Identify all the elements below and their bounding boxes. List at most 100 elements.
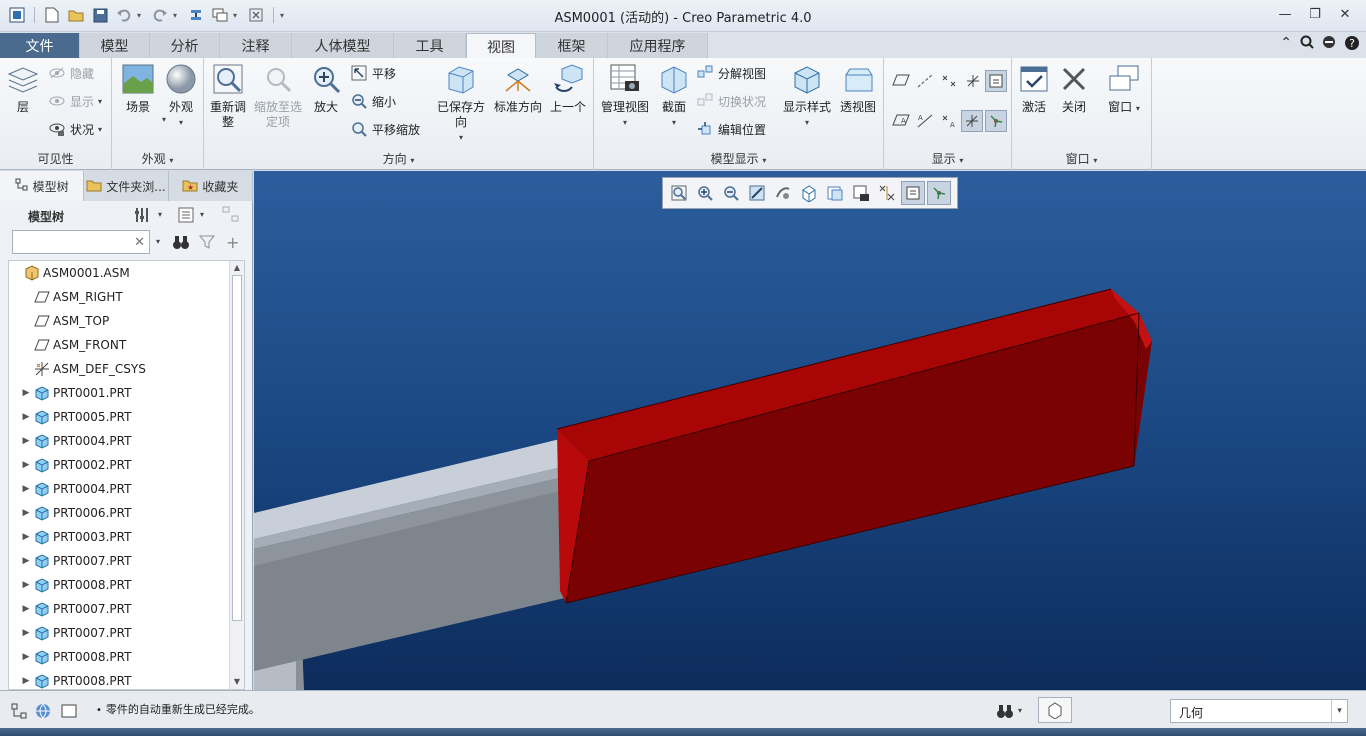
previous-orientation-button[interactable]: 上一个 [548,62,588,115]
section-button[interactable]: 截面 ▾ [656,62,692,130]
redo-dropdown-icon[interactable]: ▾ [173,11,183,20]
repaint-icon[interactable] [745,181,769,205]
scene-button[interactable]: 场景 ▾ [118,62,166,124]
tree-scrollbar[interactable]: ▲ ▼ [229,261,244,689]
tree-item[interactable]: ▶ PRT0008.PRT [9,573,231,597]
tree-item[interactable]: ASM0001.ASM [9,261,231,285]
scroll-up-icon[interactable]: ▲ [230,261,244,275]
saved-orientations-button[interactable]: 已保存方向 ▾ [434,62,488,145]
3d-model-view[interactable] [254,171,1366,690]
full-screen-icon[interactable] [60,702,78,720]
regenerate-icon[interactable] [185,5,207,25]
customize-toolbar-icon[interactable]: ▾ [280,11,290,20]
tab-manikin[interactable]: 人体模型 [292,33,394,58]
display-style-button[interactable]: 显示样式 ▾ [782,62,832,130]
app-menu-icon[interactable] [6,5,28,25]
tree-item[interactable]: ASM_FRONT [9,333,231,357]
plane-display-icon[interactable] [890,70,912,92]
close-icon[interactable]: ✕ [1332,4,1358,24]
redo-icon[interactable] [149,5,171,25]
spin-center-toggle-icon[interactable] [771,181,795,205]
filter-dropdown-icon[interactable]: ▾ [1331,700,1347,722]
tree-item[interactable]: ASM_RIGHT [9,285,231,309]
tab-file[interactable]: 文件 [0,33,80,58]
view-manager-icon[interactable] [849,181,873,205]
tree-item[interactable]: ▶ PRT0001.PRT [9,381,231,405]
axis-tag-display-icon[interactable]: A [914,110,936,132]
expand-arrow-icon[interactable]: ▶ [19,412,33,422]
perspective-button[interactable]: 透视图 [838,62,878,115]
refit-icon[interactable] [667,181,691,205]
expand-arrow-icon[interactable]: ▶ [19,436,33,446]
refit-button[interactable]: 重新调整 [208,62,248,130]
tab-favorites[interactable]: ★ 收藏夹 [169,171,253,201]
selection-mode-icon[interactable] [1038,697,1072,723]
close-button[interactable]: 关闭 [1056,62,1092,115]
windows-dropdown-icon[interactable]: ▾ [233,11,243,20]
open-folder-icon[interactable] [65,5,87,25]
tab-model-tree[interactable]: 模型树 [0,171,85,201]
tree-item[interactable]: ASM_TOP [9,309,231,333]
tree-columns-icon[interactable] [222,206,240,225]
expand-arrow-icon[interactable]: ▶ [19,556,33,566]
tree-search-input[interactable] [13,231,131,253]
tree-settings-icon[interactable] [134,206,150,227]
tree-settings-dropdown-icon[interactable]: ▾ [158,210,162,219]
tab-tools[interactable]: 工具 [394,33,466,58]
tree-item[interactable]: ▶ PRT0008.PRT [9,669,231,689]
explode-view-button[interactable]: 分解视图 [696,62,766,84]
tree-item[interactable]: ▶ PRT0004.PRT [9,429,231,453]
view-cube-icon[interactable] [797,181,821,205]
layer-button[interactable]: 层 [6,62,40,115]
find-binoculars-icon[interactable] [172,234,190,253]
zoom-in-button[interactable]: 放大 [308,62,344,115]
community-icon[interactable] [1322,35,1336,55]
tree-item[interactable]: ▶ PRT0008.PRT [9,645,231,669]
tab-folder-browser[interactable]: 文件夹浏... [84,171,169,201]
search-icon[interactable] [1300,35,1314,55]
tree-item[interactable]: ASM_DEF_CSYS [9,357,231,381]
search-dropdown-icon[interactable]: ▾ [156,237,160,246]
navigator-toggle-icon[interactable] [10,702,28,720]
tab-view[interactable]: 视图 [466,33,536,59]
edit-position-button[interactable]: 编辑位置 [696,118,766,140]
expand-arrow-icon[interactable]: ▶ [19,532,33,542]
expand-arrow-icon[interactable]: ▶ [19,484,33,494]
expand-arrow-icon[interactable]: ▶ [19,628,33,638]
csys-tag-display-icon[interactable] [961,110,983,132]
expand-arrow-icon[interactable]: ▶ [19,388,33,398]
undo-icon[interactable] [113,5,135,25]
annotation-toggle-icon[interactable] [901,181,925,205]
status-button[interactable]: 状况 ▾ [48,118,102,140]
tab-analysis[interactable]: 分析 [150,33,220,58]
tree-item[interactable]: ▶ PRT0006.PRT [9,501,231,525]
spin-center-display-icon[interactable] [927,181,951,205]
expand-arrow-icon[interactable]: ▶ [19,580,33,590]
clear-search-icon[interactable]: ✕ [134,235,145,250]
selection-filter[interactable]: 几何 ▾ [1170,699,1348,723]
datum-display-icon[interactable] [875,181,899,205]
tree-item[interactable]: ▶ PRT0005.PRT [9,405,231,429]
windows-button[interactable]: 窗口 ▾ [1104,62,1144,116]
point-tag-display-icon[interactable]: A [938,110,960,132]
manage-views-button[interactable]: 管理视图 ▾ [598,62,652,130]
minimize-icon[interactable]: — [1272,4,1298,24]
pan-button[interactable]: 平移 [350,62,396,84]
filter-icon[interactable] [198,234,216,253]
hide-button[interactable]: 隐藏 [48,62,94,84]
plane-tag-display-icon[interactable]: A [890,110,912,132]
expand-arrow-icon[interactable]: ▶ [19,604,33,614]
appearance-button[interactable]: 外观 ▾ [164,62,198,130]
undo-dropdown-icon[interactable]: ▾ [137,11,147,20]
tree-item[interactable]: ▶ PRT0004.PRT [9,477,231,501]
annotation-display-icon[interactable] [985,70,1007,92]
windows-icon[interactable] [209,5,231,25]
toggle-status-button[interactable]: 切换状况 [696,90,766,112]
add-icon[interactable]: + [226,233,239,252]
activate-button[interactable]: 激活 [1016,62,1052,115]
zoom-out-button[interactable]: 缩小 [350,90,396,112]
tree-item[interactable]: ▶ PRT0007.PRT [9,597,231,621]
close-window-icon[interactable] [245,5,267,25]
zoom-in-icon[interactable] [693,181,717,205]
new-file-icon[interactable] [41,5,63,25]
